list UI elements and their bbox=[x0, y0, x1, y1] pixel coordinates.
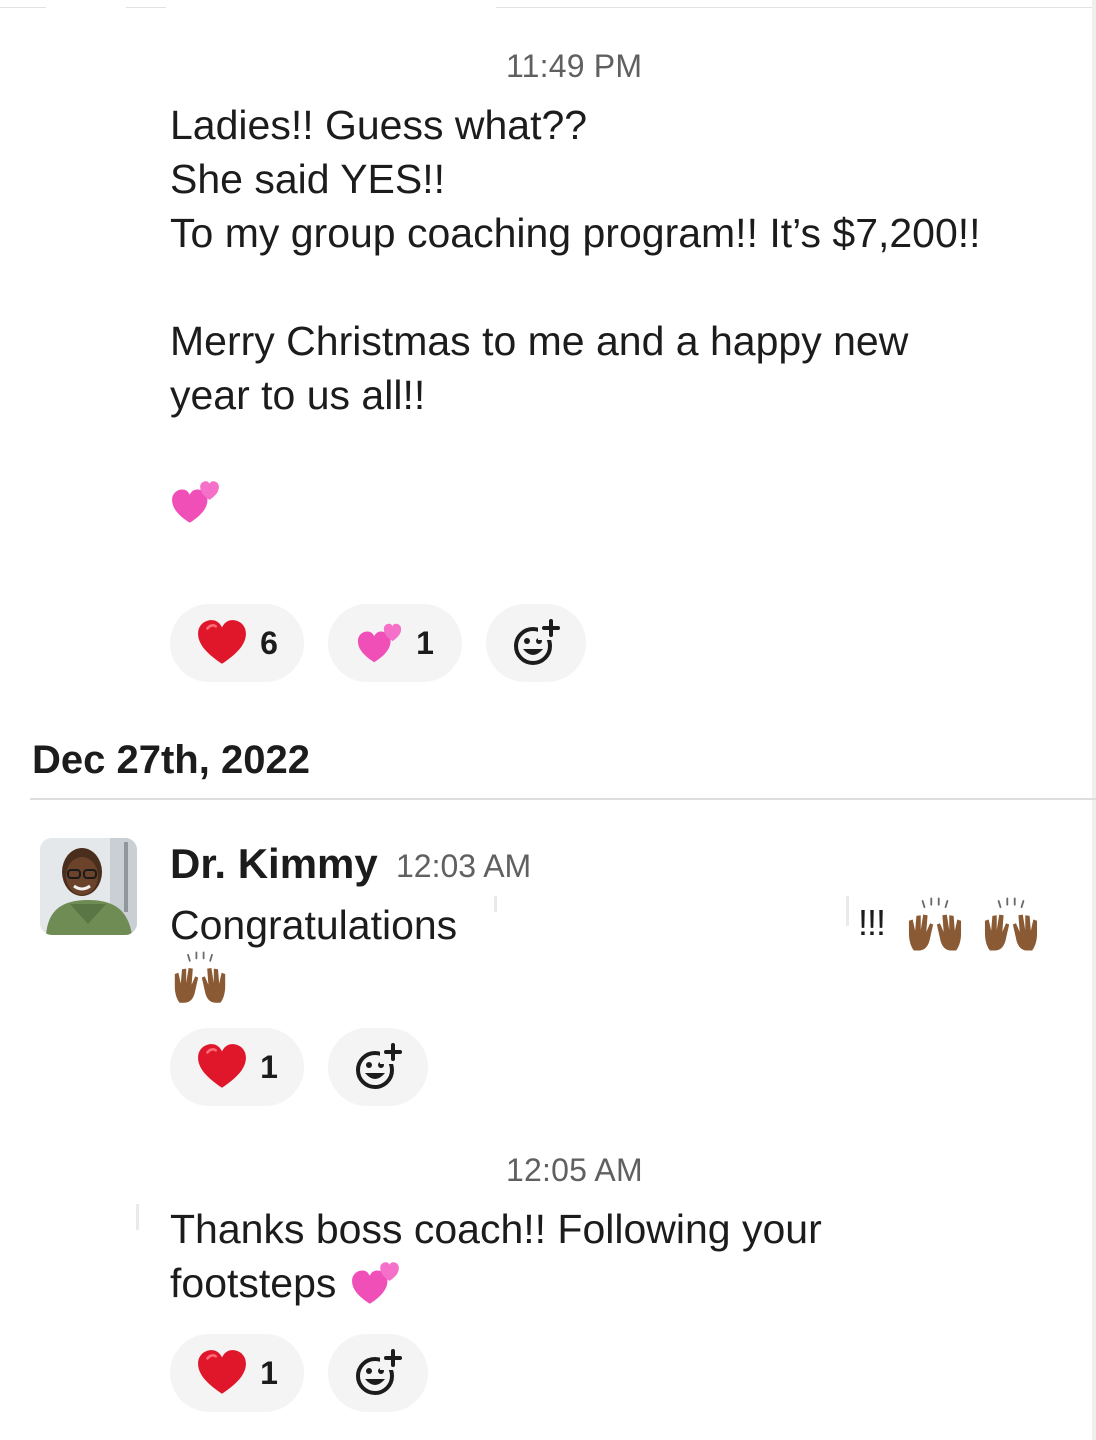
add-reaction-button[interactable] bbox=[328, 1028, 428, 1106]
message-timestamp[interactable]: 11:49 PM bbox=[506, 48, 642, 85]
exclamation-text: !!! bbox=[858, 902, 886, 943]
add-reaction-icon bbox=[353, 1348, 403, 1398]
raised-hands-icon bbox=[170, 950, 230, 1015]
date-divider-line bbox=[30, 798, 1096, 800]
top-divider bbox=[126, 7, 166, 8]
two-hearts-icon bbox=[356, 619, 404, 667]
message-line: She said YES!! bbox=[170, 156, 446, 202]
message-line: footsteps bbox=[170, 1260, 337, 1306]
message-line-wrap: footsteps bbox=[170, 1256, 402, 1310]
faint-mark bbox=[136, 1204, 139, 1230]
reaction-bar: 1 bbox=[170, 1028, 428, 1106]
reaction-red-heart[interactable]: 1 bbox=[170, 1334, 304, 1412]
message-line: To my group coaching program!! It’s $7,2… bbox=[170, 210, 981, 256]
add-reaction-icon bbox=[353, 1042, 403, 1092]
top-divider bbox=[496, 7, 1096, 8]
message-line: Thanks boss coach!! Following your bbox=[170, 1206, 822, 1252]
faint-mark bbox=[494, 896, 497, 912]
reaction-red-heart[interactable]: 6 bbox=[170, 604, 304, 682]
reaction-count: 1 bbox=[260, 1354, 278, 1391]
message-line: year to us all!! bbox=[170, 372, 426, 418]
date-divider-label: Dec 27th, 2022 bbox=[32, 738, 310, 782]
faint-mark bbox=[846, 896, 849, 926]
chat-view: 11:49 PM Ladies!! Guess what?? She said … bbox=[0, 0, 1096, 1440]
red-heart-icon bbox=[196, 617, 248, 669]
reaction-red-heart[interactable]: 1 bbox=[170, 1028, 304, 1106]
reaction-count: 1 bbox=[416, 624, 434, 661]
message-text: Congratulations bbox=[170, 902, 458, 948]
sender-name[interactable]: Dr. Kimmy bbox=[170, 840, 378, 888]
reaction-two-hearts[interactable]: 1 bbox=[328, 604, 462, 682]
add-reaction-button[interactable] bbox=[486, 604, 586, 682]
two-hearts-icon bbox=[170, 476, 222, 533]
scroll-edge bbox=[1092, 0, 1096, 1440]
avatar[interactable] bbox=[40, 838, 137, 935]
reaction-count: 1 bbox=[260, 1048, 278, 1085]
add-reaction-icon bbox=[511, 618, 561, 668]
message-timestamp[interactable]: 12:05 AM bbox=[506, 1152, 643, 1189]
message-line: Merry Christmas to me and a happy new bbox=[170, 318, 909, 364]
reaction-bar: 1 bbox=[170, 1334, 428, 1412]
two-hearts-icon bbox=[350, 1257, 402, 1309]
top-divider bbox=[0, 7, 46, 8]
message-line: Ladies!! Guess what?? bbox=[170, 102, 588, 148]
add-reaction-button[interactable] bbox=[328, 1334, 428, 1412]
red-heart-icon bbox=[196, 1041, 248, 1093]
reaction-bar: 6 1 bbox=[170, 604, 586, 682]
red-heart-icon bbox=[196, 1347, 248, 1399]
reaction-count: 6 bbox=[260, 624, 278, 661]
raised-hands-icon bbox=[980, 896, 1042, 963]
message-timestamp[interactable]: 12:03 AM bbox=[396, 848, 531, 885]
avatar-photo bbox=[40, 838, 137, 935]
raised-hands-icon bbox=[904, 896, 966, 963]
